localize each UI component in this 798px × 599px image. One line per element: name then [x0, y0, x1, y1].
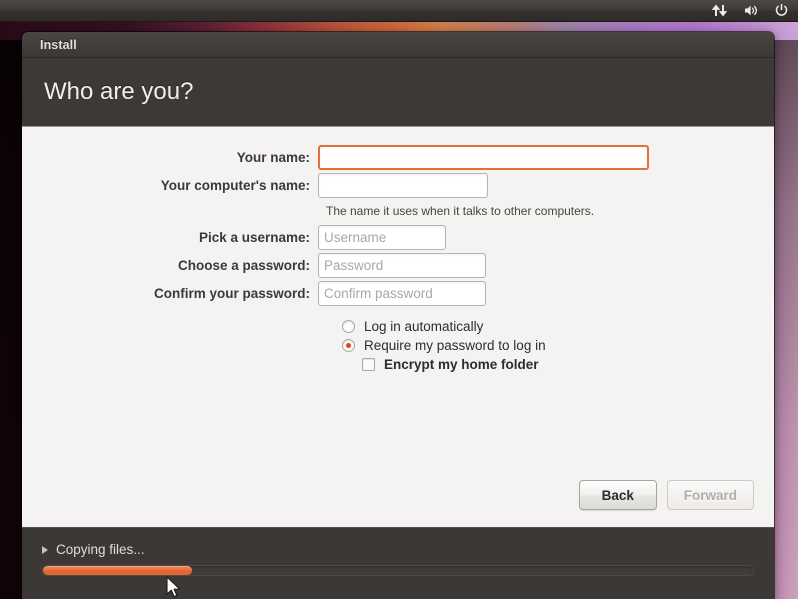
- network-icon[interactable]: [711, 2, 728, 19]
- back-button[interactable]: Back: [578, 480, 657, 510]
- field-row-username: Pick a username:: [22, 225, 774, 250]
- window-titlebar[interactable]: Install: [22, 32, 774, 58]
- volume-icon[interactable]: [742, 2, 759, 19]
- require-password-radio[interactable]: [342, 339, 355, 352]
- installer-window: Install Who are you? Your name: Your com…: [22, 32, 774, 599]
- field-row-computer-name: Your computer's name:: [22, 173, 774, 198]
- progress-header: Copying files...: [42, 542, 754, 557]
- encrypt-home-label[interactable]: Encrypt my home folder: [384, 357, 539, 372]
- label-password: Choose a password:: [177, 258, 310, 273]
- field-row-password: Choose a password:: [22, 253, 774, 278]
- page-header: Who are you?: [22, 58, 774, 127]
- page-title: Who are you?: [44, 78, 194, 105]
- progress-label: Copying files...: [56, 542, 145, 557]
- label-computer-name: Your computer's name:: [160, 178, 310, 193]
- your-name-input[interactable]: [318, 145, 649, 170]
- computer-name-hint-row: The name it uses when it talks to other …: [22, 201, 774, 225]
- computer-name-input[interactable]: [318, 173, 488, 198]
- user-setup-form: Your name: Your computer's name: The nam…: [22, 145, 774, 376]
- label-confirm-password: Confirm your password:: [153, 286, 310, 301]
- navigation-buttons: Back Forward: [578, 480, 754, 510]
- confirm-password-input[interactable]: [318, 281, 486, 306]
- progress-footer: Copying files...: [22, 527, 774, 599]
- window-title: Install: [40, 37, 77, 52]
- progress-bar-fill: [43, 566, 193, 575]
- label-username: Pick a username:: [198, 230, 310, 245]
- forward-button: Forward: [666, 480, 754, 510]
- option-row-encrypt-home: Encrypt my home folder: [22, 357, 774, 372]
- password-input[interactable]: [318, 253, 486, 278]
- encrypt-home-checkbox[interactable]: [362, 358, 375, 371]
- require-password-label[interactable]: Require my password to log in: [364, 338, 546, 353]
- progress-bar: [42, 565, 754, 576]
- option-row-require-password: Require my password to log in: [22, 338, 774, 353]
- field-row-your-name: Your name:: [22, 145, 774, 170]
- label-your-name: Your name:: [236, 150, 310, 165]
- desktop: Install Who are you? Your name: Your com…: [0, 0, 798, 599]
- login-automatically-label[interactable]: Log in automatically: [364, 319, 483, 334]
- login-automatically-radio[interactable]: [342, 320, 355, 333]
- field-row-confirm-password: Confirm your password:: [22, 281, 774, 306]
- power-icon[interactable]: [773, 2, 790, 19]
- username-input[interactable]: [318, 225, 446, 250]
- disclosure-triangle-icon[interactable]: [42, 545, 48, 554]
- option-row-login-automatically: Log in automatically: [22, 319, 774, 334]
- computer-name-hint: The name it uses when it talks to other …: [326, 204, 595, 218]
- content-panel: Your name: Your computer's name: The nam…: [22, 127, 774, 527]
- top-panel: [0, 0, 798, 22]
